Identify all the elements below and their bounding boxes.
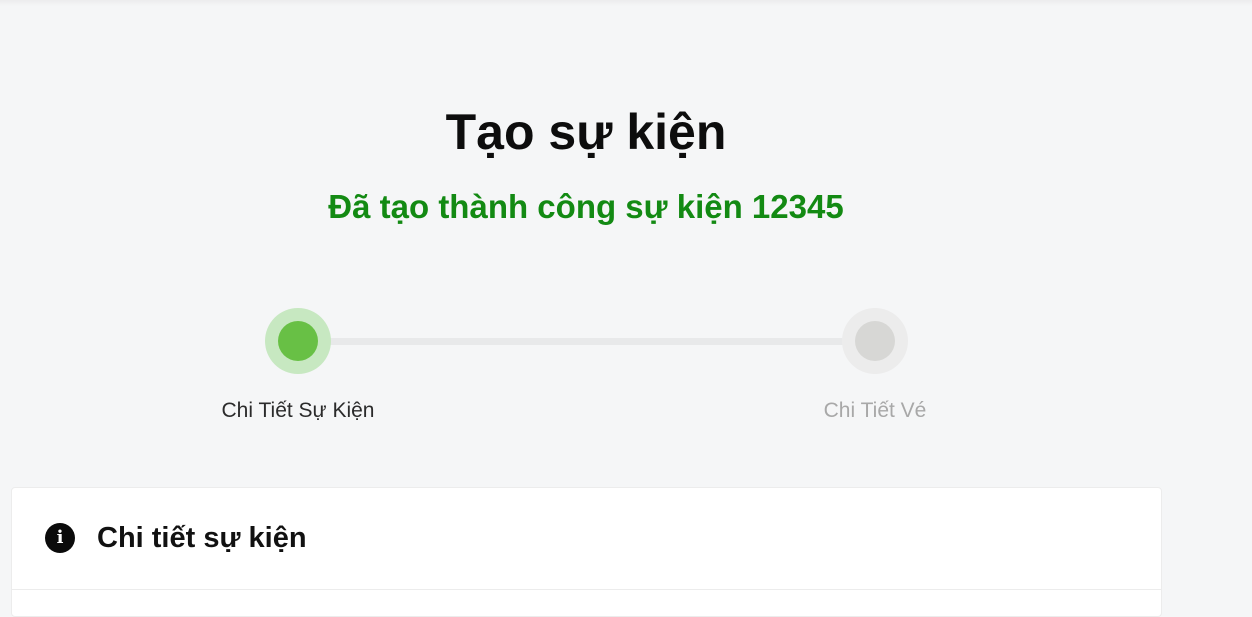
- step-2-indicator[interactable]: [842, 308, 908, 374]
- stepper: Chi Tiết Sự Kiện Chi Tiết Vé: [0, 300, 1172, 440]
- card-title: Chi tiết sự kiện: [97, 522, 307, 554]
- top-bar-shadow: [0, 0, 1252, 6]
- step-1-label[interactable]: Chi Tiết Sự Kiện: [222, 398, 375, 424]
- step-1-dot: [278, 321, 318, 361]
- step-2-dot: [855, 321, 895, 361]
- step-2-label[interactable]: Chi Tiết Vé: [824, 398, 927, 424]
- step-1-indicator[interactable]: [265, 308, 331, 374]
- card-header: i Chi tiết sự kiện: [12, 488, 1161, 590]
- stepper-progress-line: [298, 338, 876, 345]
- event-details-card: i Chi tiết sự kiện: [11, 487, 1162, 617]
- info-icon: i: [45, 523, 75, 553]
- page-title: Tạo sự kiện: [445, 104, 727, 160]
- success-message: Đã tạo thành công sự kiện 12345: [328, 188, 844, 225]
